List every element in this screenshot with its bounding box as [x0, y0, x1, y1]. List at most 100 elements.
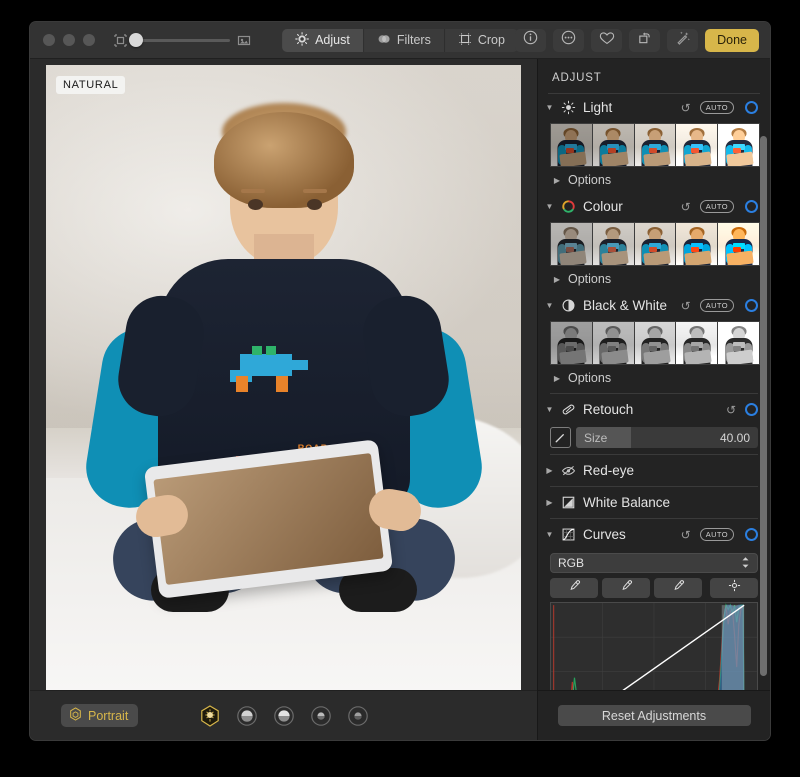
bw-thumb[interactable] [551, 322, 593, 364]
colour-wheel-icon [560, 199, 577, 214]
section-retouch-header[interactable]: ▼ Retouch ↺ [538, 396, 770, 423]
retouch-size-row[interactable]: Size 40.00 [550, 427, 758, 448]
toggle-light[interactable] [745, 101, 758, 114]
bw-thumb[interactable] [676, 322, 719, 364]
light-options-row[interactable]: ▶ Options [538, 167, 770, 193]
retouch-size-value[interactable]: 40.00 [720, 431, 750, 445]
tab-crop-label: Crop [477, 33, 505, 47]
auto-light-badge[interactable]: AUTO [699, 101, 734, 114]
light-thumbnail-strip[interactable] [550, 123, 760, 167]
section-curves-header[interactable]: ▼ Curves ↺ AUTO [538, 521, 770, 548]
toggle-curves[interactable] [745, 528, 758, 541]
reset-colour-icon[interactable]: ↺ [681, 200, 691, 214]
section-black-and-white-header[interactable]: ▼ Black & White ↺ AUTO [538, 292, 770, 319]
close-window-button[interactable] [43, 34, 55, 46]
light-thumb[interactable] [676, 124, 719, 166]
colour-options-row[interactable]: ▶ Options [538, 266, 770, 292]
disclosure-triangle-right-icon[interactable]: ▶ [553, 275, 561, 284]
lighting-mode-studio[interactable] [235, 704, 259, 728]
favorite-button[interactable] [591, 28, 623, 52]
auto-enhance-button[interactable] [667, 28, 699, 52]
reset-adjustments-button[interactable]: Reset Adjustments [557, 705, 751, 726]
editor-body: ROAR NATURAL Portrait [30, 59, 770, 740]
editor-mode-tabs[interactable]: Adjust Filters Crop [282, 28, 518, 52]
info-button[interactable] [515, 28, 547, 52]
panel-scrollbar-track[interactable] [760, 136, 767, 676]
rotate-square-icon [637, 30, 652, 50]
disclosure-triangle-down-icon[interactable]: ▼ [545, 202, 554, 211]
section-colour-header[interactable]: ▼ Colour ↺ AUTO [538, 193, 770, 220]
zoom-slider-track[interactable] [129, 33, 230, 47]
half-circle-icon [560, 298, 577, 313]
toggle-black-and-white[interactable] [745, 299, 758, 312]
disclosure-triangle-down-icon[interactable]: ▼ [545, 301, 554, 310]
auto-curves-badge[interactable]: AUTO [699, 528, 734, 541]
zoom-slider[interactable] [114, 33, 251, 47]
light-thumb[interactable] [718, 124, 759, 166]
colour-thumb[interactable] [592, 223, 635, 265]
grey-point-eyedropper[interactable] [602, 578, 650, 598]
disclosure-triangle-right-icon[interactable]: ▶ [545, 466, 554, 475]
colour-thumb[interactable] [676, 223, 719, 265]
black-and-white-thumbnail-strip[interactable] [550, 321, 760, 365]
lighting-mode-stage-mono[interactable] [346, 704, 370, 728]
bw-thumb[interactable] [592, 322, 635, 364]
sun-icon [560, 100, 577, 115]
portrait-badge[interactable]: Portrait [61, 704, 139, 727]
toggle-retouch[interactable] [745, 403, 758, 416]
photo-canvas-pane: ROAR NATURAL Portrait [30, 59, 537, 740]
adjust-sections-scroll[interactable]: ▼ Light ↺ AUTO ▶ Options ▼ Colour ↺ AUTO… [538, 94, 770, 730]
lighting-mode-natural[interactable] [198, 704, 222, 728]
disclosure-triangle-down-icon[interactable]: ▼ [545, 405, 554, 414]
black-point-eyedropper[interactable] [550, 578, 598, 598]
auto-colour-badge[interactable]: AUTO [699, 200, 734, 213]
colour-thumb[interactable] [718, 223, 759, 265]
light-options-label: Options [568, 173, 612, 187]
zoom-window-button[interactable] [83, 34, 95, 46]
curves-channel-select[interactable]: RGB [550, 553, 758, 573]
more-options-button[interactable] [553, 28, 585, 52]
tab-adjust[interactable]: Adjust [282, 28, 364, 52]
disclosure-triangle-right-icon[interactable]: ▶ [545, 498, 554, 507]
curves-dropper-row[interactable] [550, 578, 758, 598]
disclosure-triangle-right-icon[interactable]: ▶ [553, 374, 561, 383]
disclosure-triangle-right-icon[interactable]: ▶ [553, 176, 561, 185]
reset-light-icon[interactable]: ↺ [681, 101, 691, 115]
lighting-mode-stage[interactable] [309, 704, 333, 728]
minimize-window-button[interactable] [63, 34, 75, 46]
tab-crop[interactable]: Crop [445, 29, 518, 52]
zoom-slider-knob[interactable] [129, 33, 143, 47]
portrait-lighting-modes[interactable] [198, 704, 370, 728]
lighting-mode-contour[interactable] [272, 704, 296, 728]
rotate-button[interactable] [629, 28, 661, 52]
toggle-colour[interactable] [745, 200, 758, 213]
section-red-eye-header[interactable]: ▶ Red-eye [538, 457, 770, 484]
section-light-header[interactable]: ▼ Light ↺ AUTO [538, 94, 770, 121]
reset-curves-icon[interactable]: ↺ [681, 528, 691, 542]
panel-scrollbar-thumb[interactable] [760, 136, 767, 676]
section-curves-label: Curves [583, 527, 626, 542]
black-and-white-options-row[interactable]: ▶ Options [538, 365, 770, 391]
colour-thumb-selected[interactable] [634, 223, 677, 265]
colour-thumbnail-strip[interactable] [550, 222, 760, 266]
white-point-eyedropper[interactable] [654, 578, 702, 598]
reset-retouch-icon[interactable]: ↺ [726, 403, 736, 417]
edited-photo[interactable]: ROAR NATURAL [46, 65, 521, 690]
bw-thumb-selected[interactable] [634, 322, 677, 364]
colour-thumb[interactable] [551, 223, 593, 265]
auto-black-and-white-badge[interactable]: AUTO [699, 299, 734, 312]
section-white-balance-header[interactable]: ▶ White Balance [538, 489, 770, 516]
tab-filters[interactable]: Filters [364, 28, 445, 52]
done-button[interactable]: Done [705, 28, 759, 52]
photo-viewport[interactable]: ROAR NATURAL [30, 59, 537, 690]
add-point-target[interactable] [710, 578, 758, 598]
disclosure-triangle-down-icon[interactable]: ▼ [545, 103, 554, 112]
retouch-size-slider[interactable]: Size 40.00 [576, 427, 758, 448]
reset-black-and-white-icon[interactable]: ↺ [681, 299, 691, 313]
bw-thumb[interactable] [718, 322, 759, 364]
light-thumb[interactable] [551, 124, 593, 166]
light-thumb-selected[interactable] [634, 124, 677, 166]
disclosure-triangle-down-icon[interactable]: ▼ [545, 530, 554, 539]
light-thumb[interactable] [592, 124, 635, 166]
brush-icon[interactable] [550, 427, 571, 448]
